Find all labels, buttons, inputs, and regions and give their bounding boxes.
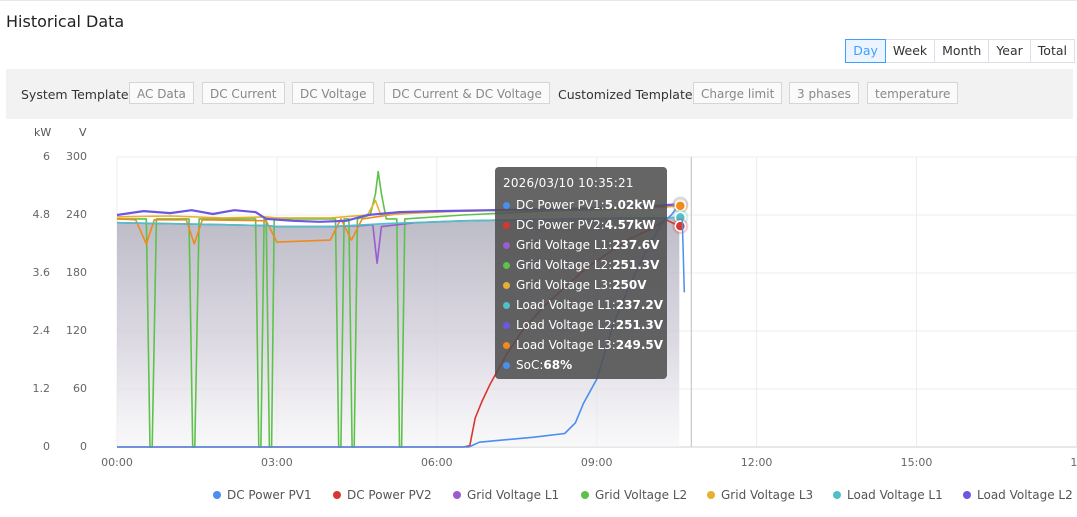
tooltip-series-name: Load Voltage L2 [516, 318, 612, 332]
legend-dot [707, 491, 715, 499]
tooltip-series-value: 250V [612, 278, 647, 292]
tooltip-series-name: DC Power PV1 [516, 198, 601, 212]
legend-label: Load Voltage L1 [847, 488, 943, 502]
legend-dot [581, 491, 589, 499]
tooltip-series-value: 251.3V [612, 258, 660, 272]
tooltip-series-dot [503, 362, 510, 369]
marker-dc-power-pv2 [674, 220, 687, 232]
tooltip-series-name: SoC [516, 358, 540, 372]
tooltip-series-name: DC Power PV2 [516, 218, 601, 232]
legend-item-grid-voltage-l1[interactable]: Grid Voltage L1 [453, 488, 559, 502]
marker-load-voltage-l3 [674, 200, 687, 212]
legend-dot [833, 491, 841, 499]
tooltip-series-dot [503, 222, 510, 229]
tooltip-series-value: 237.2V [615, 298, 664, 312]
tooltip-series-dot [503, 202, 510, 209]
legend-label: Grid Voltage L3 [721, 488, 814, 502]
legend-item-dc-power-pv1[interactable]: DC Power PV1 [213, 488, 312, 502]
legend-dot [213, 491, 221, 499]
legend-item-grid-voltage-l2[interactable]: Grid Voltage L2 [581, 488, 687, 502]
tooltip-row: SoC:68% [503, 355, 659, 375]
tooltip-row: Load Voltage L3:249.5V [503, 335, 663, 355]
tooltip-series-dot [503, 282, 510, 289]
legend-dot [453, 491, 461, 499]
legend-item-grid-voltage-l3[interactable]: Grid Voltage L3 [707, 488, 813, 502]
tooltip-series-value: 68% [543, 358, 573, 372]
legend-label: Grid Voltage L2 [595, 488, 688, 502]
tooltip-row: Grid Voltage L2:251.3V [503, 255, 659, 275]
tooltip-row: Grid Voltage L1:237.6V [503, 235, 659, 255]
legend-label: Grid Voltage L1 [467, 488, 560, 502]
tooltip-series-name: Grid Voltage L3 [516, 278, 609, 292]
legend-item-load-voltage-l1[interactable]: Load Voltage L1 [833, 488, 943, 502]
tooltip-series-dot [503, 322, 510, 329]
tooltip-series-name: Load Voltage L3 [516, 338, 612, 352]
tooltip-series-name: Grid Voltage L1 [516, 238, 609, 252]
tooltip-series-dot [503, 262, 510, 269]
tooltip-series-value: 237.6V [612, 238, 660, 252]
tooltip-series-value: 5.02kW [604, 198, 656, 212]
legend-item-load-voltage-l2[interactable]: Load Voltage L2 [963, 488, 1073, 502]
tooltip-rows: DC Power PV1:5.02kW DC Power PV2:4.57kW Gr… [503, 195, 663, 375]
tooltip-row: Load Voltage L1:237.2V [503, 295, 663, 315]
tooltip-series-dot [503, 302, 510, 309]
legend-label: Load Voltage L2 [977, 488, 1073, 502]
tooltip-series-value: 249.5V [615, 338, 664, 352]
tooltip-series-name: Grid Voltage L2 [516, 258, 609, 272]
tooltip-time: 2026/03/10 10:35:21 [503, 176, 634, 190]
chart-tooltip: 2026/03/10 10:35:21 DC Power PV1:5.02kW D… [495, 167, 667, 379]
tooltip-row: DC Power PV1:5.02kW [503, 195, 659, 215]
tab-day[interactable]: Day [845, 39, 886, 63]
legend-dot [333, 491, 341, 499]
legend-label: DC Power PV2 [347, 488, 432, 502]
tooltip-series-dot [503, 342, 510, 349]
tooltip-series-value: 251.3V [615, 318, 664, 332]
legend-label: DC Power PV1 [227, 488, 312, 502]
tooltip-series-dot [503, 242, 510, 249]
legend-dot [963, 491, 971, 499]
tooltip-series-value: 4.57kW [604, 218, 656, 232]
tooltip-row: Grid Voltage L3:250V [503, 275, 659, 295]
tooltip-row: DC Power PV2:4.57kW [503, 215, 659, 235]
chart-legend: DC Power PV1 DC Power PV2 Grid Voltage L1 G… [0, 488, 1077, 504]
tooltip-series-name: Load Voltage L1 [516, 298, 612, 312]
tooltip-row: Load Voltage L2:251.3V [503, 315, 663, 335]
legend-item-dc-power-pv2[interactable]: DC Power PV2 [333, 488, 432, 502]
